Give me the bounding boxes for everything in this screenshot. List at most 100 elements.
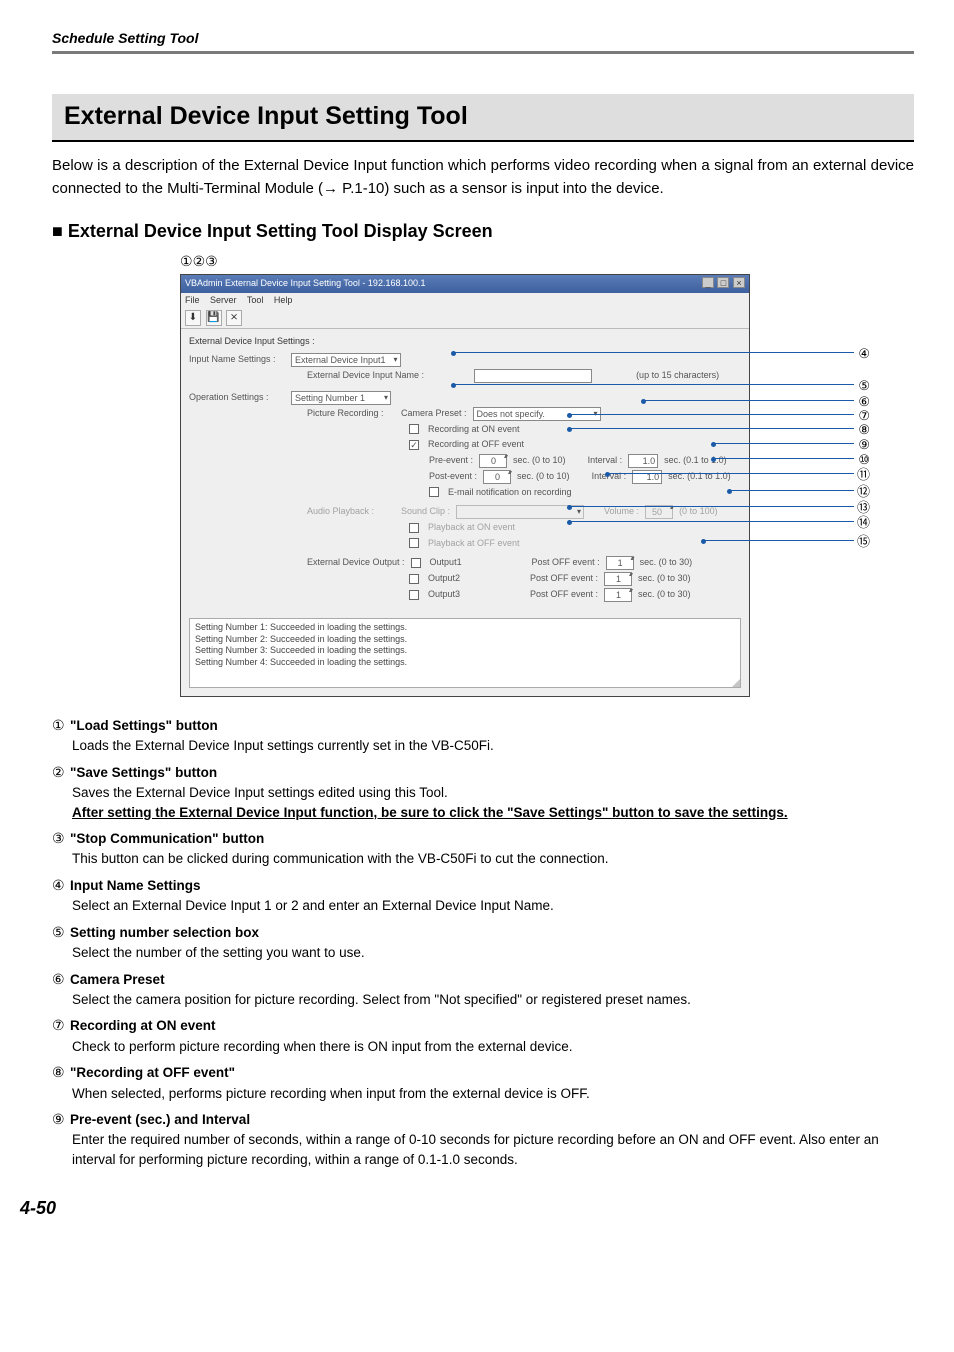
panel-title: External Device Input Settings : (189, 335, 741, 349)
description-label: Setting number selection box (70, 925, 259, 940)
description-heading: ①"Load Settings" button (52, 715, 914, 736)
description-body-emphasis: After setting the External Device Input … (72, 803, 914, 823)
input-name-settings-row: Input Name Settings : External Device In… (189, 353, 741, 367)
callout-15: ⑮ (857, 532, 870, 552)
description-item: ⑤Setting number selection boxSelect the … (52, 922, 914, 963)
volume-range: (0 to 100) (679, 505, 718, 519)
post-interval-range: sec. (0.1 to 1.0) (668, 470, 731, 484)
description-item: ⑦Recording at ON eventCheck to perform p… (52, 1015, 914, 1056)
post-off3-stepper[interactable]: 1 (604, 588, 632, 602)
output1-checkbox[interactable] (411, 558, 421, 568)
section-heading-text: External Device Input Setting Tool Displ… (68, 221, 493, 241)
description-body: Check to perform picture recording when … (72, 1037, 914, 1057)
page-number: 4-50 (20, 1195, 914, 1222)
description-label: "Stop Communication" button (70, 831, 264, 846)
save-settings-button[interactable]: 💾 (206, 310, 222, 326)
post-off1-stepper[interactable]: 1 (606, 556, 634, 570)
post-off2-range: sec. (0 to 30) (638, 572, 691, 586)
top-callout-numbers: ①②③ (52, 251, 914, 272)
pre-interval-range: sec. (0.1 to 1.0) (664, 454, 727, 468)
pre-event-stepper[interactable]: 0 (479, 454, 507, 468)
description-item: ③"Stop Communication" buttonThis button … (52, 828, 914, 869)
window-title: VBAdmin External Device Input Setting To… (185, 277, 425, 291)
post-off1-range: sec. (0 to 30) (640, 556, 693, 570)
operation-settings-label: Operation Settings : (189, 391, 285, 405)
rec-off-checkbox[interactable] (409, 440, 419, 450)
window-controls: _ □ × (701, 277, 745, 291)
sound-clip-select (456, 505, 584, 519)
description-body: Loads the External Device Input settings… (72, 736, 914, 756)
audio-playback-label: Audio Playback : (307, 505, 395, 519)
description-num: ④ (52, 875, 70, 896)
title-bar: External Device Input Setting Tool (52, 94, 914, 142)
callout-10: ⑩ (858, 450, 870, 470)
stop-communication-button[interactable]: ⨯ (226, 310, 242, 326)
rec-on-checkbox[interactable] (409, 424, 419, 434)
description-item: ①"Load Settings" buttonLoads the Externa… (52, 715, 914, 756)
email-checkbox[interactable] (429, 487, 439, 497)
pre-interval-label: Interval : (588, 454, 623, 468)
callout-5: ⑤ (858, 376, 870, 396)
picture-recording-row: Picture Recording : Camera Preset : Does… (307, 407, 741, 421)
toolbar: ⬇ 💾 ⨯ (181, 308, 749, 329)
play-off-row: Playback at OFF event (409, 537, 741, 551)
callout-4: ④ (858, 344, 870, 364)
menu-tool[interactable]: Tool (247, 295, 264, 305)
email-label: E-mail notification on recording (448, 486, 572, 500)
output2-row: Output2 Post OFF event : 1 sec. (0 to 30… (409, 572, 741, 586)
callout-12: ⑫ (857, 482, 870, 502)
section-heading-prefix: ■ (52, 221, 68, 241)
menubar: File Server Tool Help (181, 293, 749, 309)
callout-2: ② (193, 253, 206, 269)
callout-8: ⑧ (858, 420, 870, 440)
status-line: Setting Number 1: Succeeded in loading t… (195, 622, 735, 634)
post-interval-label: Interval : (592, 470, 627, 484)
status-line: Setting Number 4: Succeeded in loading t… (195, 657, 735, 669)
camera-preset-select[interactable]: Does not specify. (473, 407, 601, 421)
output3-label: Output3 (428, 588, 474, 602)
input-name-settings-select[interactable]: External Device Input1 (291, 353, 401, 367)
picture-recording-label: Picture Recording : (307, 407, 395, 421)
post-event-range: sec. (0 to 10) (517, 470, 570, 484)
maximize-icon[interactable]: □ (717, 277, 729, 288)
post-off3-label: Post OFF event : (530, 588, 598, 602)
load-settings-button[interactable]: ⬇ (185, 310, 201, 326)
callout-6: ⑥ (858, 392, 870, 412)
menu-server[interactable]: Server (210, 295, 237, 305)
close-icon[interactable]: × (733, 277, 745, 288)
play-on-label: Playback at ON event (428, 521, 515, 535)
volume-label: Volume : (604, 505, 639, 519)
post-interval-field[interactable]: 1.0 (632, 470, 662, 484)
post-off2-label: Post OFF event : (530, 572, 598, 586)
post-off2-stepper[interactable]: 1 (604, 572, 632, 586)
rec-on-label: Recording at ON event (428, 423, 520, 437)
callout-14: ⑭ (857, 513, 870, 533)
settings-panel: External Device Input Settings : Input N… (181, 329, 749, 612)
menu-help[interactable]: Help (274, 295, 293, 305)
description-heading: ⑨Pre-event (sec.) and Interval (52, 1109, 914, 1130)
pre-interval-field[interactable]: 1.0 (628, 454, 658, 468)
description-heading: ⑤Setting number selection box (52, 922, 914, 943)
pre-event-range: sec. (0 to 10) (513, 454, 566, 468)
rec-on-row: Recording at ON event (409, 423, 741, 437)
ext-dev-input-name-row: External Device Input Name : (up to 15 c… (307, 369, 741, 383)
sound-clip-label: Sound Clip : (401, 505, 450, 519)
description-body: Select the number of the setting you wan… (72, 943, 914, 963)
ext-dev-input-name-hint: (up to 15 characters) (636, 369, 719, 383)
audio-playback-row: Audio Playback : Sound Clip : Volume : 5… (307, 505, 741, 519)
play-on-checkbox (409, 523, 419, 533)
description-heading: ③"Stop Communication" button (52, 828, 914, 849)
description-label: Pre-event (sec.) and Interval (70, 1112, 250, 1127)
output2-checkbox[interactable] (409, 574, 419, 584)
ext-dev-input-name-field[interactable] (474, 369, 592, 383)
menu-file[interactable]: File (185, 295, 200, 305)
status-log: Setting Number 1: Succeeded in loading t… (189, 618, 741, 688)
minimize-icon[interactable]: _ (702, 277, 714, 288)
output3-checkbox[interactable] (409, 590, 419, 600)
pre-event-row: Pre-event : 0 sec. (0 to 10) Interval : … (429, 454, 741, 468)
description-body: Select an External Device Input 1 or 2 a… (72, 896, 914, 916)
rec-off-row: Recording at OFF event (409, 438, 741, 452)
post-event-stepper[interactable]: 0 (483, 470, 511, 484)
operation-settings-select[interactable]: Setting Number 1 (291, 391, 391, 405)
description-item: ④Input Name SettingsSelect an External D… (52, 875, 914, 916)
